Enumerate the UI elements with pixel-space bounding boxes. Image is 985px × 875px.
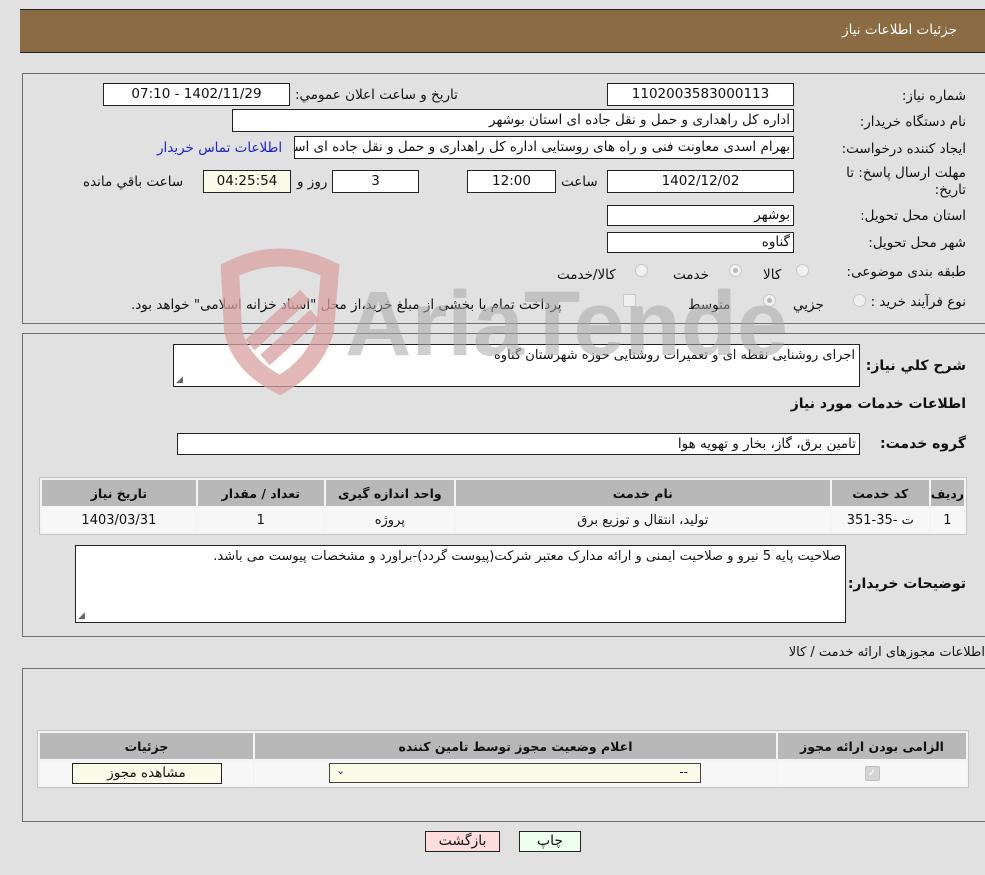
category-radio-goods[interactable] [796,264,809,277]
announce-datetime-label: تاریخ و ساعت اعلان عمومي: [295,87,458,103]
need-number-label: شماره نیاز: [901,88,966,104]
cell-permit-status: -- ⌄ [255,761,776,785]
buyer-org-field[interactable]: اداره کل راهداری و حمل و نقل جاده ای است… [232,109,794,132]
cell-permit-required: ✓ [778,761,966,785]
creator-field[interactable]: بهرام اسدی معاونت فنی و راه های روستایی … [294,136,794,159]
col-permit-details: جزئیات [40,733,253,759]
purchase-type-radio-minor[interactable] [853,294,866,307]
deadline-time-label: ساعت [561,174,598,190]
cell-service-name: تولید، انتقال و توزیع برق [455,508,830,532]
cell-permit-details: مشاهده مجوز [40,761,253,785]
col-service-code: کد خدمت [831,480,929,506]
city-label: شهر محل تحویل: [868,235,966,251]
category-option-goods: کالا [763,267,782,283]
col-permit-status: اعلام وضعیت مجوز توسط تامین کننده [255,733,776,759]
permits-table-header: الزامی بودن ارائه مجوز اعلام وضعیت مجوز … [40,733,966,759]
province-field[interactable]: بوشهر [607,205,794,226]
time-remaining-label: ساعت باقي مانده [83,174,184,190]
services-section-title: اطلاعات خدمات مورد نیاز [790,396,966,412]
page-title: جزئیات اطلاعات نیاز [842,22,957,38]
service-group-label: گروه خدمت: [880,436,966,452]
deadline-date-field[interactable]: 1402/12/02 [607,170,794,193]
days-label: روز و [297,174,328,190]
buyer-notes-label: توضیحات خریدار: [847,576,966,592]
table-row: ✓ -- ⌄ مشاهده مجوز [40,761,966,785]
buyer-org-label: نام دستگاه خریدار: [859,114,966,130]
deadline-label: مهلت ارسال پاسخ: تا تاریخ: [846,165,966,198]
resize-grip-icon[interactable]: ◢ [78,611,85,621]
cell-need-date: 1403/03/31 [42,508,196,532]
permit-status-value: -- [679,765,688,779]
time-remaining-field[interactable]: 04:25:54 [203,170,291,193]
permits-table: الزامی بودن ارائه مجوز اعلام وضعیت مجوز … [37,730,969,788]
category-option-service: خدمت [673,267,709,283]
deadline-time-field[interactable]: 12:00 [467,170,556,193]
service-group-field[interactable]: تامین برق، گاز، بخار و تهویه هوا [177,433,860,455]
page-header: جزئیات اطلاعات نیاز [20,9,985,53]
required-checkbox[interactable]: ✓ [864,766,880,781]
category-radio-goods-service[interactable] [635,264,648,277]
buyer-notes-textarea[interactable]: صلاحیت پایه 5 نیرو و صلاحیت ایمنی و ارائ… [75,545,846,623]
treasury-checkbox[interactable] [623,294,636,307]
buyer-contact-link[interactable]: اطلاعات تماس خریدار [157,140,282,156]
cell-quantity: 1 [197,508,324,532]
cell-unit: پروژه [325,508,454,532]
treasury-note: پرداخت تمام یا بخشی از مبلغ خرید،از محل … [131,297,562,313]
permits-section-title: اطلاعات مجوزهای ارائه خدمت / کالا [788,645,985,660]
col-service-name: نام خدمت [455,480,830,506]
creator-label: ایجاد کننده درخواست: [841,141,966,157]
col-quantity: تعداد / مقدار [197,480,324,506]
permits-panel: الزامی بودن ارائه مجوز اعلام وضعیت مجوز … [22,668,985,822]
col-permit-required: الزامی بودن ارائه مجوز [778,733,966,759]
category-option-goods-service: کالا/خدمت [557,267,616,283]
description-panel: شرح کلي نیاز: اجرای روشنایی نقطه ای و تع… [22,333,985,637]
purchase-type-radio-medium[interactable] [763,294,776,307]
permit-status-select[interactable]: -- ⌄ [329,763,701,783]
category-label: طبقه بندی موضوعی: [846,264,966,280]
cell-row-number: 1 [930,508,964,532]
purchase-type-option-minor: جزیي [793,297,824,313]
back-button[interactable]: بازگشت [425,831,500,852]
services-table-header: ردیف کد خدمت نام خدمت واحد اندازه گیری ت… [42,480,964,506]
col-row-number: ردیف [930,480,964,506]
purchase-type-option-medium: متوسط [688,297,731,313]
announce-datetime-field[interactable]: 1402/11/29 - 07:10 [103,83,290,106]
province-label: استان محل تحویل: [860,208,966,224]
purchase-type-label: نوع فرآیند خرید : [870,294,966,310]
chevron-down-icon: ⌄ [336,764,346,777]
col-need-date: تاریخ نیاز [42,480,196,506]
description-text: اجرای روشنایی نقطه ای و تعمیرات روشنایی … [494,348,855,363]
buyer-notes-text: صلاحیت پایه 5 نیرو و صلاحیت ایمنی و ارائ… [213,549,841,564]
resize-grip-icon[interactable]: ◢ [176,375,183,385]
city-field[interactable]: گناوه [607,232,794,253]
days-remaining-field[interactable]: 3 [332,170,419,193]
description-textarea[interactable]: اجرای روشنایی نقطه ای و تعمیرات روشنایی … [173,344,860,387]
category-radio-service[interactable] [729,264,742,277]
need-info-panel: شماره نیاز: 1102003583000113 تاریخ و ساع… [22,73,985,324]
services-table: ردیف کد خدمت نام خدمت واحد اندازه گیری ت… [39,477,967,535]
cell-service-code: ت -35-351 [831,508,929,532]
view-permit-button[interactable]: مشاهده مجوز [71,762,222,784]
description-label: شرح کلي نیاز: [865,358,966,374]
col-unit: واحد اندازه گیری [325,480,454,506]
need-number-field[interactable]: 1102003583000113 [607,83,794,106]
table-row: 1 ت -35-351 تولید، انتقال و توزیع برق پر… [42,508,964,532]
print-button[interactable]: چاپ [519,831,581,852]
